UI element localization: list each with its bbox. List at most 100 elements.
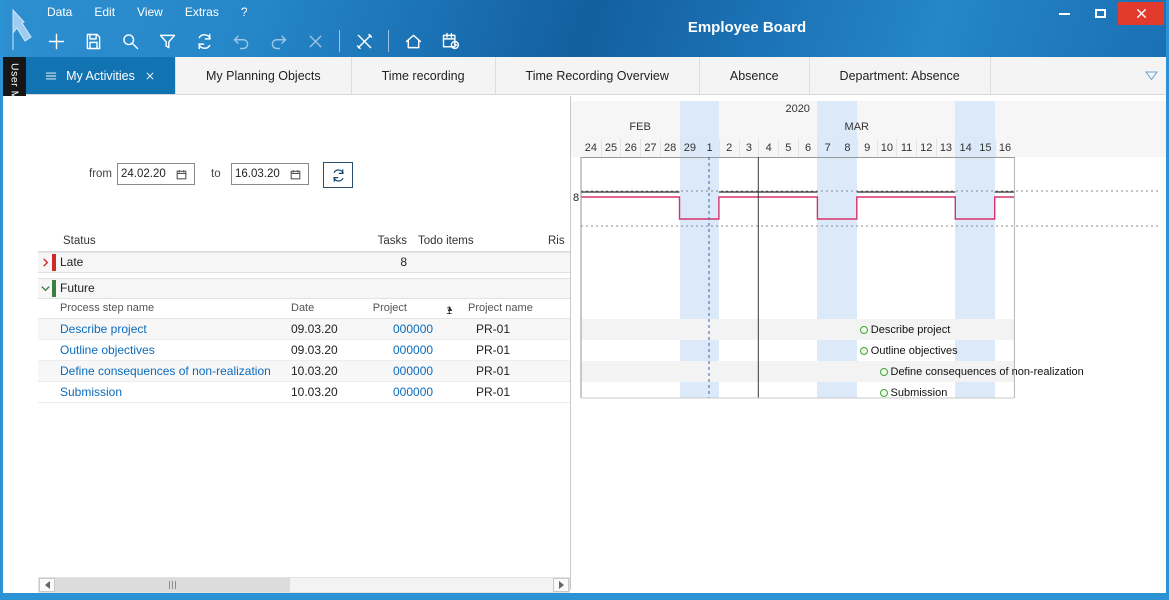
group-name: Late	[60, 253, 83, 272]
close-tab-icon[interactable]	[143, 69, 157, 83]
tab-absence[interactable]: Absence	[700, 57, 810, 94]
horizontal-scrollbar[interactable]	[38, 577, 570, 593]
sort-indicator[interactable]: 1▲	[446, 302, 454, 314]
gantt-day-label: 11	[896, 139, 916, 157]
menu-item-extras[interactable]: Extras	[185, 5, 219, 19]
toolbar-home-button[interactable]	[400, 28, 426, 54]
toolbar-add-button[interactable]	[43, 28, 69, 54]
gantt-day-label: 2	[719, 139, 739, 157]
gantt-day-label: 24	[581, 139, 601, 157]
from-date-input[interactable]	[121, 168, 175, 180]
milestone[interactable]: Outline objectives	[860, 340, 958, 361]
project-name-cell: PR-01	[476, 340, 510, 361]
chevron-down-icon[interactable]	[40, 283, 52, 294]
process-step-link[interactable]: Describe project	[60, 319, 147, 340]
column-todo-items[interactable]: Todo items	[418, 235, 474, 247]
tab-overflow-dropdown[interactable]	[1145, 70, 1158, 84]
undo-icon	[231, 31, 252, 52]
to-date-input[interactable]	[235, 168, 289, 180]
milestone-icon[interactable]	[880, 368, 888, 376]
process-step-link[interactable]: Submission	[60, 382, 122, 403]
search-icon	[120, 31, 141, 52]
date-cell: 09.03.20	[291, 319, 338, 340]
tab-time-recording-overview[interactable]: Time Recording Overview	[496, 57, 700, 94]
toolbar-refresh-button[interactable]	[191, 28, 217, 54]
toolbar-filter-button[interactable]	[154, 28, 180, 54]
milestone[interactable]: Submission	[880, 382, 948, 403]
group-row-late[interactable]: Late 8	[38, 252, 570, 273]
milestone-label: Describe project	[871, 324, 950, 336]
tab-my-planning-objects[interactable]: My Planning Objects	[176, 57, 352, 94]
column-project[interactable]: Project	[373, 302, 407, 314]
table-row[interactable]: Submission10.03.20000000PR-01	[38, 382, 570, 403]
tab-my-activities[interactable]: My Activities	[26, 57, 176, 94]
menu-item-edit[interactable]: Edit	[94, 5, 115, 19]
project-link[interactable]: 000000	[393, 340, 433, 361]
toolbar-search-button[interactable]	[117, 28, 143, 54]
column-process-step-name[interactable]: Process step name	[60, 302, 154, 314]
table-row[interactable]: Outline objectives09.03.20000000PR-01	[38, 340, 570, 361]
close-window-button[interactable]	[1118, 2, 1164, 25]
gantt-day-label: 9	[857, 139, 877, 157]
gantt-day-label: 8	[837, 139, 857, 157]
chevron-right-icon[interactable]	[40, 257, 52, 268]
project-link[interactable]: 000000	[393, 361, 433, 382]
tab-time-recording[interactable]: Time recording	[352, 57, 496, 94]
app-title: Employee Board	[688, 19, 806, 36]
milestone[interactable]: Describe project	[860, 319, 950, 340]
scroll-right-button[interactable]	[553, 578, 569, 592]
gantt-month-label: MAR	[699, 121, 1014, 135]
column-project-name[interactable]: Project name	[468, 302, 533, 314]
group-row-future[interactable]: Future	[38, 278, 570, 299]
refresh-date-range-button[interactable]	[323, 162, 353, 188]
maximize-button[interactable]	[1082, 2, 1118, 25]
tab-label: My Activities	[66, 69, 135, 83]
menu-item-view[interactable]: View	[137, 5, 163, 19]
calendar-icon[interactable]	[289, 168, 302, 181]
scroll-thumb[interactable]	[55, 578, 290, 592]
window-controls	[1046, 2, 1164, 25]
gantt-day-label: 6	[798, 139, 818, 157]
toolbar-close-button	[302, 28, 328, 54]
column-risk[interactable]: Ris	[548, 235, 565, 247]
milestone-icon[interactable]	[880, 389, 888, 397]
activity-table: Status Tasks Todo items Ris Late8Future …	[38, 233, 570, 403]
date-cell: 10.03.20	[291, 361, 338, 382]
column-status[interactable]: Status	[63, 235, 96, 247]
gantt-day-label: 28	[660, 139, 680, 157]
gantt-axis-label: 8	[573, 192, 579, 204]
close-icon	[305, 31, 326, 52]
calendar-icon[interactable]	[175, 168, 188, 181]
toolbar-save-button[interactable]	[80, 28, 106, 54]
scroll-left-button[interactable]	[39, 578, 55, 592]
gantt-day-label: 7	[817, 139, 837, 157]
tab-label: Time Recording Overview	[526, 69, 669, 83]
menu-item-data[interactable]: Data	[47, 5, 72, 19]
milestone[interactable]: Define consequences of non-realization	[880, 361, 1084, 382]
table-row[interactable]: Describe project 09.03.20 000000 PR-01	[38, 319, 570, 340]
table-row[interactable]: Define consequences of non-realization 10…	[38, 361, 570, 382]
milestone-icon[interactable]	[860, 347, 868, 355]
process-step-link[interactable]: Outline objectives	[60, 340, 155, 361]
filter-icon	[157, 31, 178, 52]
column-tasks[interactable]: Tasks	[378, 235, 407, 247]
project-name-cell: PR-01	[476, 319, 510, 340]
column-date[interactable]: Date	[291, 302, 314, 314]
maximize-icon	[1095, 9, 1106, 18]
menu-item-help[interactable]: ?	[241, 5, 248, 19]
tab-label: My Planning Objects	[206, 69, 321, 83]
gantt-day-label: 1	[699, 139, 719, 157]
milestone-icon[interactable]	[860, 326, 868, 334]
process-step-link[interactable]: Define consequences of non-realization	[60, 361, 271, 382]
project-link[interactable]: 000000	[393, 319, 433, 340]
project-name-cell: PR-01	[476, 361, 510, 382]
toolbar-scheduler-button[interactable]	[437, 28, 463, 54]
refresh-icon	[194, 31, 215, 52]
minimize-button[interactable]	[1046, 2, 1082, 25]
menu-icon[interactable]	[44, 69, 58, 83]
gantt-day-label: 27	[640, 139, 660, 157]
group-tasks-count: 8	[400, 253, 407, 272]
project-link[interactable]: 000000	[393, 382, 433, 403]
tab-department-absence[interactable]: Department: Absence	[810, 57, 991, 94]
toolbar-tools-button[interactable]	[351, 28, 377, 54]
